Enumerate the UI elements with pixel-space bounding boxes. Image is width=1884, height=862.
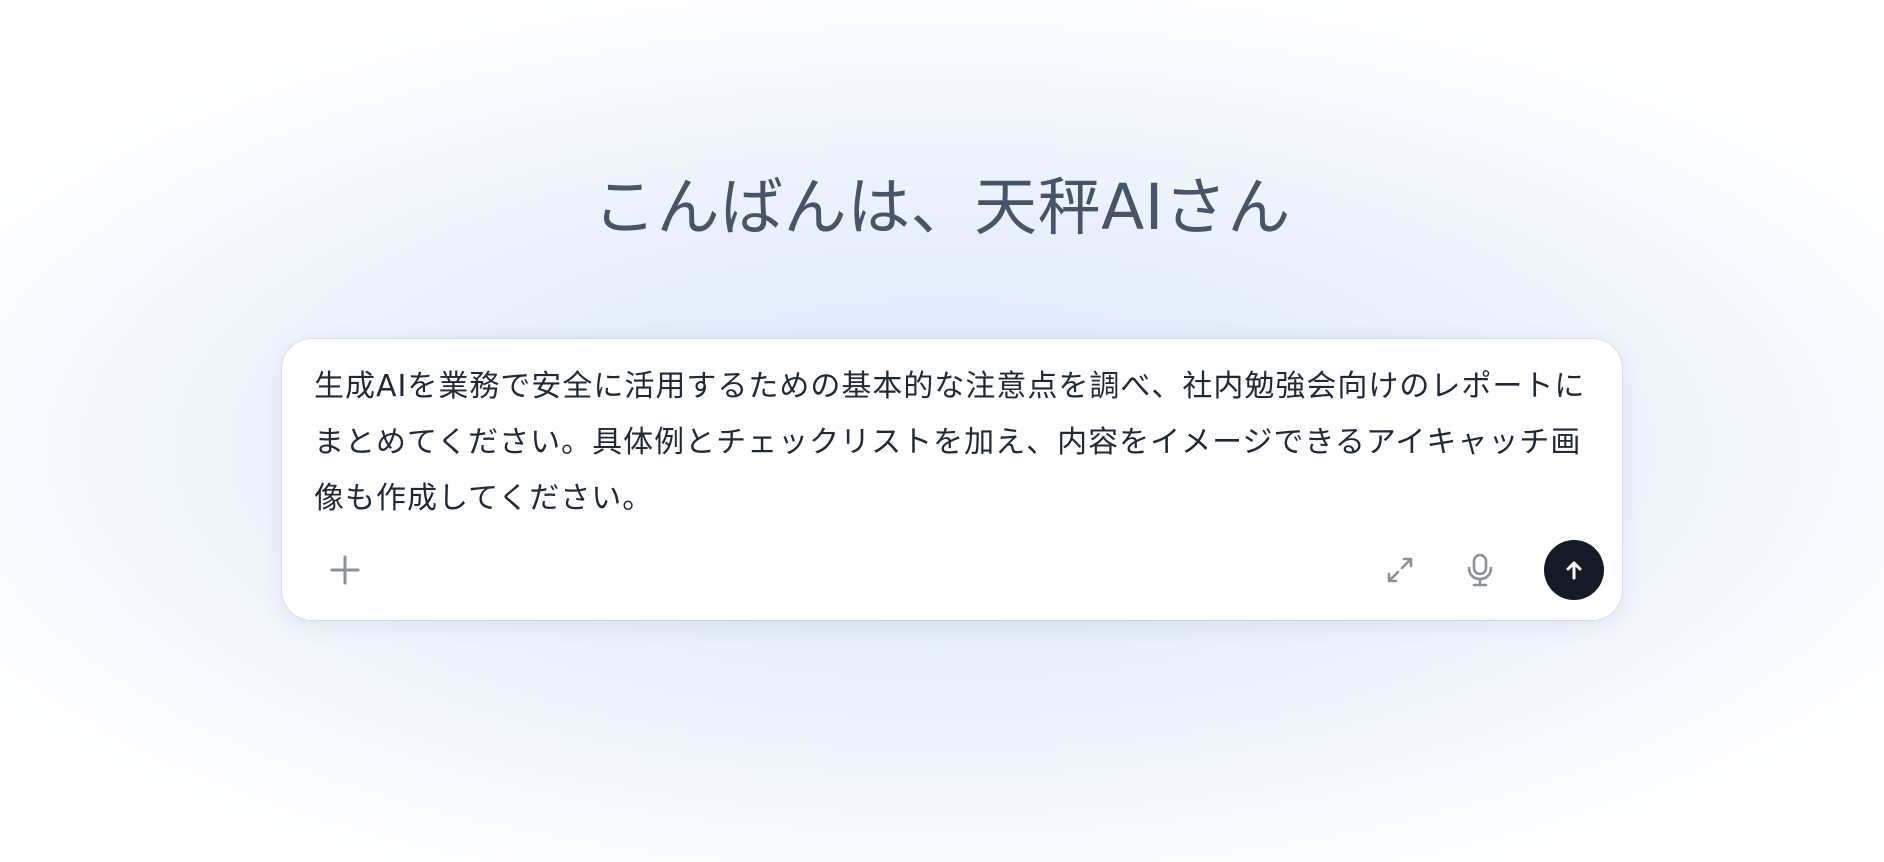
chat-composer[interactable]: 生成AIを業務で安全に活用するための基本的な注意点を調べ、社内勉強会向けのレポー…	[282, 339, 1622, 620]
expand-icon	[1386, 556, 1414, 584]
arrow-up-icon	[1565, 560, 1583, 580]
send-button[interactable]	[1544, 540, 1604, 600]
prompt-input[interactable]: 生成AIを業務で安全に活用するための基本的な注意点を調べ、社内勉強会向けのレポー…	[314, 359, 1602, 527]
microphone-icon	[1465, 553, 1495, 587]
plus-icon	[329, 554, 361, 586]
microphone-button[interactable]	[1452, 542, 1508, 598]
greeting-title: こんばんは、天秤AIさん	[593, 171, 1291, 244]
expand-button[interactable]	[1372, 542, 1428, 598]
attach-button[interactable]	[317, 542, 373, 598]
